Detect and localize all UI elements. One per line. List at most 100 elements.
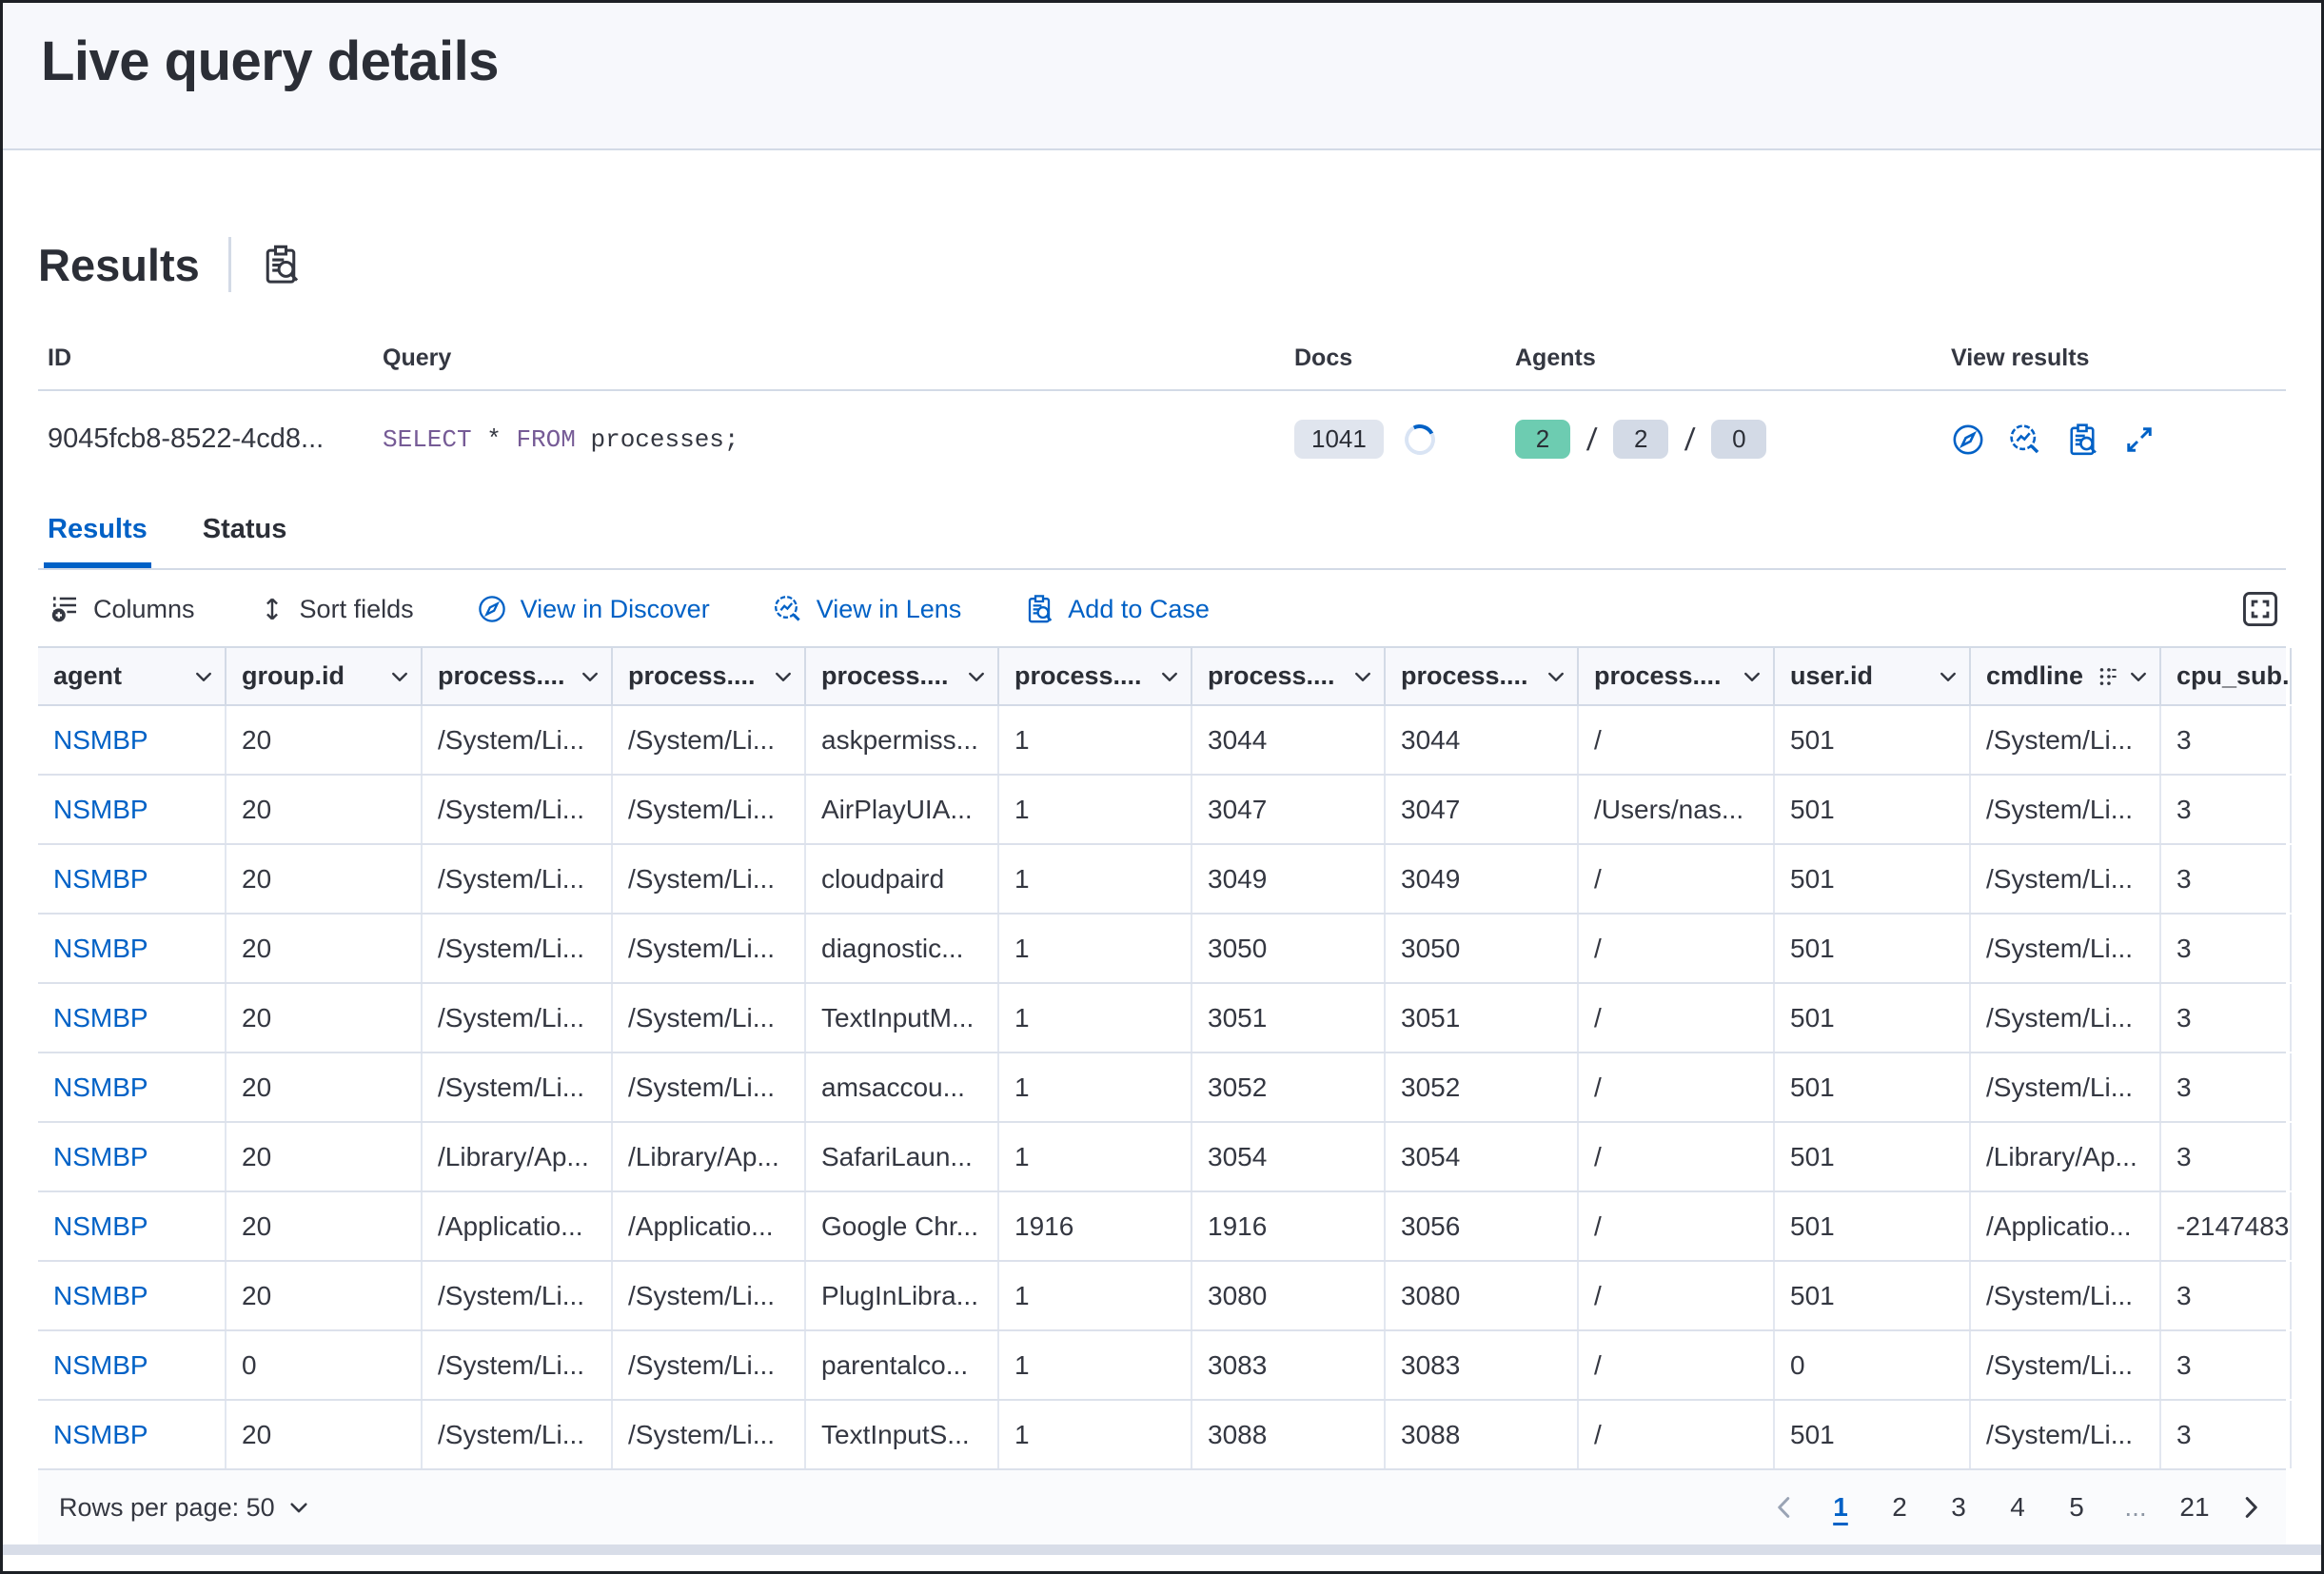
grid-cell[interactable]: 0 bbox=[1775, 1331, 1971, 1399]
grid-cell[interactable]: /System/Li... bbox=[613, 845, 806, 913]
agent-link[interactable]: NSMBP bbox=[38, 1262, 226, 1329]
grid-cell[interactable]: 501 bbox=[1775, 706, 1971, 774]
grid-cell[interactable]: /Library/Ap... bbox=[1971, 1123, 2161, 1190]
grid-cell[interactable]: 1 bbox=[999, 915, 1192, 982]
grid-cell[interactable]: /Applicatio... bbox=[613, 1192, 806, 1260]
grid-cell[interactable]: 3044 bbox=[1386, 706, 1579, 774]
grid-cell[interactable]: 501 bbox=[1775, 1053, 1971, 1121]
grid-cell[interactable]: 3050 bbox=[1192, 915, 1386, 982]
grid-cell[interactable]: 3 bbox=[2161, 1123, 2292, 1190]
agent-link[interactable]: NSMBP bbox=[38, 984, 226, 1052]
grid-cell[interactable]: askpermiss... bbox=[806, 706, 999, 774]
column-header-process-1[interactable]: process.... bbox=[423, 648, 613, 704]
grid-cell[interactable]: /Library/Ap... bbox=[423, 1123, 613, 1190]
grid-cell[interactable]: / bbox=[1579, 1262, 1775, 1329]
grid-cell[interactable]: 501 bbox=[1775, 845, 1971, 913]
grid-cell[interactable]: 3088 bbox=[1386, 1401, 1579, 1468]
grid-cell[interactable]: 3 bbox=[2161, 776, 2292, 843]
column-header-process-5[interactable]: process.... bbox=[1192, 648, 1386, 704]
grid-cell[interactable]: 501 bbox=[1775, 1401, 1971, 1468]
grid-cell[interactable]: 3 bbox=[2161, 1331, 2292, 1399]
grid-cell[interactable]: / bbox=[1579, 1123, 1775, 1190]
pagination-page-3[interactable]: 3 bbox=[1934, 1483, 1983, 1532]
pagination-page-2[interactable]: 2 bbox=[1875, 1483, 1924, 1532]
grid-cell[interactable]: /System/Li... bbox=[1971, 1331, 2161, 1399]
agent-link[interactable]: NSMBP bbox=[38, 845, 226, 913]
grid-cell[interactable]: 501 bbox=[1775, 776, 1971, 843]
grid-cell[interactable]: /System/Li... bbox=[1971, 1053, 2161, 1121]
grid-cell[interactable]: Google Chr... bbox=[806, 1192, 999, 1260]
agent-link[interactable]: NSMBP bbox=[38, 915, 226, 982]
grid-cell[interactable]: parentalco... bbox=[806, 1331, 999, 1399]
grid-cell[interactable]: /System/Li... bbox=[1971, 845, 2161, 913]
grid-cell[interactable]: 501 bbox=[1775, 1123, 1971, 1190]
grid-cell[interactable]: 501 bbox=[1775, 1262, 1971, 1329]
grid-cell[interactable]: /System/Li... bbox=[613, 1331, 806, 1399]
inspect-clipboard-icon[interactable] bbox=[260, 244, 302, 285]
grid-cell[interactable]: /System/Li... bbox=[423, 1401, 613, 1468]
grid-cell[interactable]: /System/Li... bbox=[423, 1262, 613, 1329]
fullscreen-icon[interactable] bbox=[2240, 589, 2280, 629]
view-in-discover-button[interactable]: View in Discover bbox=[471, 593, 716, 625]
column-header-process-2[interactable]: process.... bbox=[613, 648, 806, 704]
grid-cell[interactable]: 20 bbox=[226, 915, 423, 982]
column-header-cmdline[interactable]: cmdline bbox=[1971, 648, 2161, 704]
grid-cell[interactable]: 20 bbox=[226, 776, 423, 843]
grid-cell[interactable]: 20 bbox=[226, 1401, 423, 1468]
grid-cell[interactable]: 1916 bbox=[1192, 1192, 1386, 1260]
grid-cell[interactable]: / bbox=[1579, 1331, 1775, 1399]
grid-cell[interactable]: 3049 bbox=[1192, 845, 1386, 913]
grid-cell[interactable]: 20 bbox=[226, 845, 423, 913]
tab-results[interactable]: Results bbox=[44, 495, 151, 568]
grid-cell[interactable]: 3052 bbox=[1192, 1053, 1386, 1121]
column-header-group-id[interactable]: group.id bbox=[226, 648, 423, 704]
grid-cell[interactable]: 3080 bbox=[1386, 1262, 1579, 1329]
grid-cell[interactable]: /System/Li... bbox=[423, 845, 613, 913]
grid-cell[interactable]: /System/Li... bbox=[423, 984, 613, 1052]
agent-link[interactable]: NSMBP bbox=[38, 1331, 226, 1399]
grid-cell[interactable]: 20 bbox=[226, 984, 423, 1052]
grid-cell[interactable]: /System/Li... bbox=[1971, 984, 2161, 1052]
grid-cell[interactable]: /System/Li... bbox=[1971, 706, 2161, 774]
grid-cell[interactable]: 1916 bbox=[999, 1192, 1192, 1260]
grid-cell[interactable]: 3049 bbox=[1386, 845, 1579, 913]
grid-cell[interactable]: 1 bbox=[999, 845, 1192, 913]
grid-cell[interactable]: /Applicatio... bbox=[1971, 1192, 2161, 1260]
pagination-page-5[interactable]: 5 bbox=[2052, 1483, 2101, 1532]
grid-cell[interactable]: /System/Li... bbox=[613, 1262, 806, 1329]
grid-cell[interactable]: /Library/Ap... bbox=[613, 1123, 806, 1190]
grid-cell[interactable]: 1 bbox=[999, 1123, 1192, 1190]
grid-cell[interactable]: 3047 bbox=[1192, 776, 1386, 843]
agent-link[interactable]: NSMBP bbox=[38, 1053, 226, 1121]
grid-cell[interactable]: / bbox=[1579, 706, 1775, 774]
grid-cell[interactable]: / bbox=[1579, 915, 1775, 982]
grid-cell[interactable]: 3056 bbox=[1386, 1192, 1579, 1260]
grid-cell[interactable]: AirPlayUIA... bbox=[806, 776, 999, 843]
grid-cell[interactable]: 20 bbox=[226, 1123, 423, 1190]
tab-status[interactable]: Status bbox=[199, 495, 291, 568]
grid-cell[interactable]: /System/Li... bbox=[423, 1053, 613, 1121]
grid-cell[interactable]: 3052 bbox=[1386, 1053, 1579, 1121]
grid-cell[interactable]: /System/Li... bbox=[613, 706, 806, 774]
grid-cell[interactable]: cloudpaird bbox=[806, 845, 999, 913]
grid-cell[interactable]: / bbox=[1579, 1053, 1775, 1121]
grid-cell[interactable]: /System/Li... bbox=[613, 1053, 806, 1121]
grid-cell[interactable]: 20 bbox=[226, 1262, 423, 1329]
pagination-page-21[interactable]: 21 bbox=[2170, 1483, 2219, 1532]
grid-cell[interactable]: / bbox=[1579, 1401, 1775, 1468]
grid-cell[interactable]: -2147483... bbox=[2161, 1192, 2292, 1260]
column-header-process-7[interactable]: process.... bbox=[1579, 648, 1775, 704]
grid-cell[interactable]: /System/Li... bbox=[613, 1401, 806, 1468]
grid-cell[interactable]: /System/Li... bbox=[1971, 1262, 2161, 1329]
grid-cell[interactable]: 3 bbox=[2161, 1053, 2292, 1121]
discover-icon[interactable] bbox=[1951, 423, 1985, 457]
grid-cell[interactable]: 1 bbox=[999, 1331, 1192, 1399]
grid-cell[interactable]: 1 bbox=[999, 1262, 1192, 1329]
columns-button[interactable]: Columns bbox=[44, 593, 201, 625]
grid-cell[interactable]: 3083 bbox=[1386, 1331, 1579, 1399]
column-header-process-3[interactable]: process.... bbox=[806, 648, 999, 704]
grid-cell[interactable]: /System/Li... bbox=[613, 915, 806, 982]
sort-fields-button[interactable]: Sort fields bbox=[252, 594, 420, 625]
grid-cell[interactable]: /System/Li... bbox=[423, 915, 613, 982]
add-to-case-button[interactable]: Add to Case bbox=[1018, 593, 1215, 625]
